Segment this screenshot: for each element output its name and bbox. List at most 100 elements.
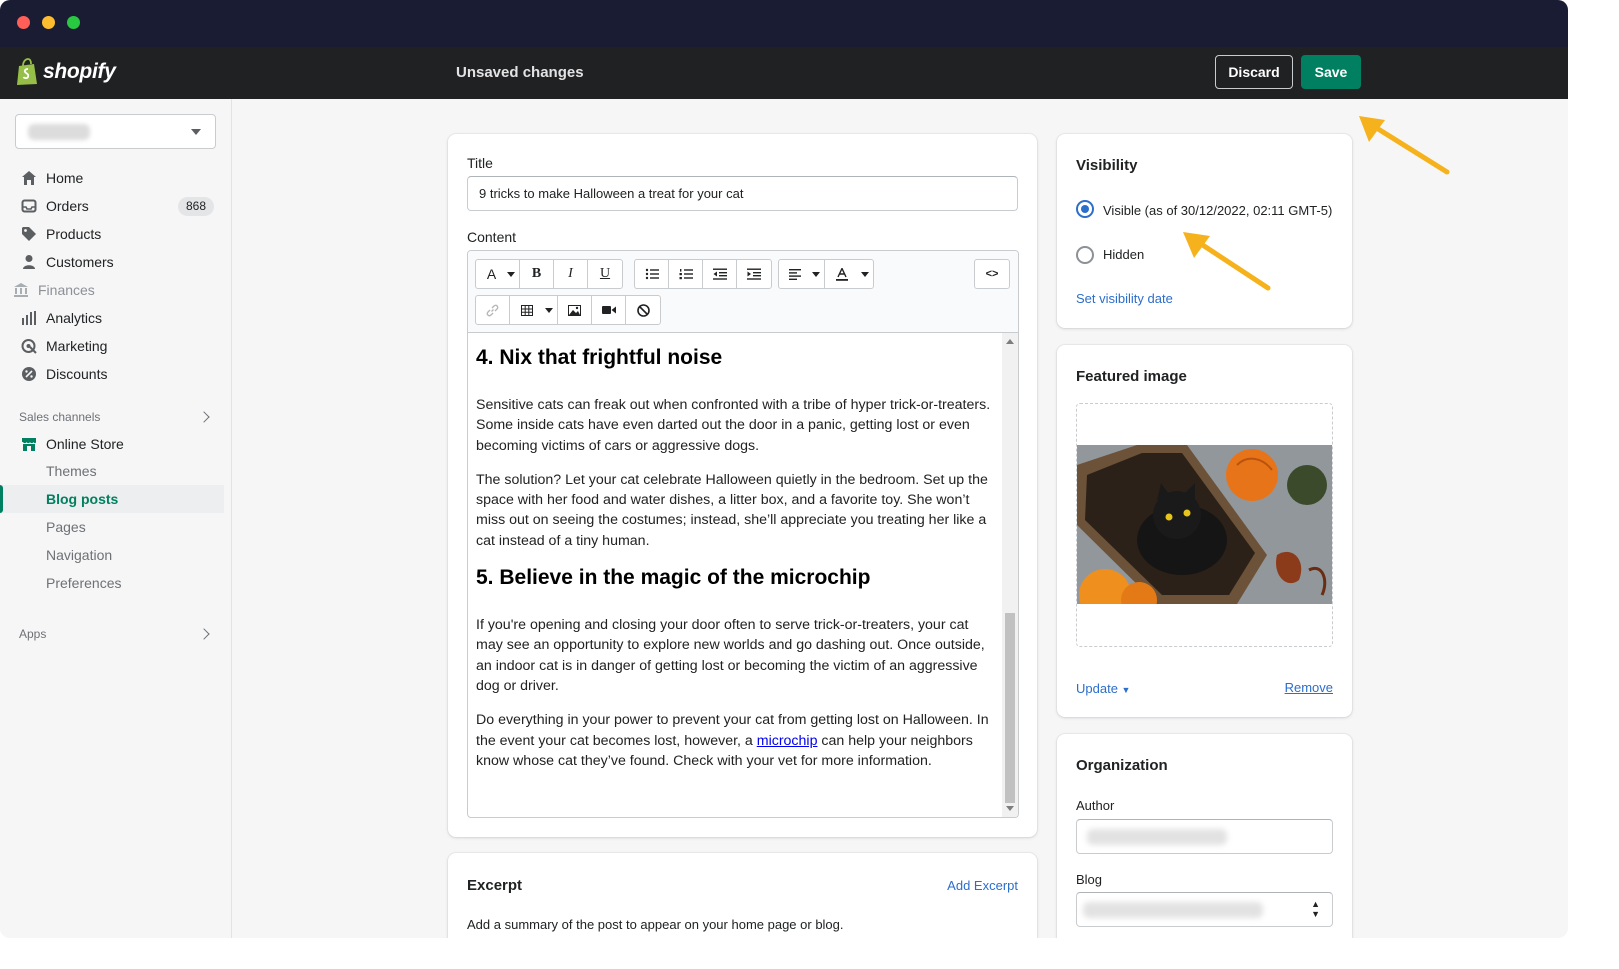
scrollbar-thumb[interactable] — [1005, 613, 1015, 803]
editor-content[interactable]: 4. Nix that frightful noise Sensitive ca… — [468, 333, 1001, 817]
discard-button[interactable]: Discard — [1215, 55, 1293, 89]
hidden-radio-label: Hidden — [1103, 247, 1145, 262]
sidebar-item-products[interactable]: Products — [0, 220, 224, 248]
post-card: Title 9 tricks to make Halloween a treat… — [448, 134, 1037, 837]
brand-name: shopify — [43, 60, 116, 83]
bullet-list-icon — [645, 268, 659, 280]
organization-heading: Organization — [1076, 757, 1168, 774]
sidebar-item-orders[interactable]: Orders 868 — [0, 192, 224, 220]
editor-scrollbar[interactable] — [1002, 333, 1018, 817]
orders-icon — [21, 199, 37, 213]
clear-formatting-button[interactable] — [626, 296, 660, 324]
update-image-label: Update — [1076, 681, 1118, 696]
table-dropdown[interactable] — [510, 296, 558, 324]
featured-image-card: Featured image Update ▼ Remove — [1057, 345, 1352, 717]
sidebar-subitem-label: Preferences — [46, 575, 122, 591]
content-heading-5: 5. Believe in the magic of the microchip — [476, 566, 871, 590]
indent-button[interactable] — [737, 260, 771, 288]
underline-button[interactable]: U — [588, 260, 622, 288]
unsaved-changes-title: Unsaved changes — [456, 64, 584, 81]
editor-toolbar: A B I U <> — [468, 251, 1018, 333]
align-dropdown[interactable] — [779, 260, 825, 288]
insert-image-button[interactable] — [558, 296, 592, 324]
link-icon — [486, 304, 499, 316]
content-heading-4: 4. Nix that frightful noise — [476, 346, 723, 369]
blog-label: Blog — [1076, 872, 1103, 887]
visible-radio[interactable] — [1076, 200, 1094, 218]
sidebar-item-customers[interactable]: Customers — [0, 248, 224, 276]
store-icon — [22, 438, 36, 451]
update-image-link[interactable]: Update ▼ — [1076, 681, 1130, 696]
bold-button[interactable]: B — [520, 260, 554, 288]
blog-value-redacted — [1083, 902, 1263, 918]
author-input[interactable] — [1076, 819, 1333, 854]
italic-button[interactable]: I — [554, 260, 588, 288]
sidebar-item-finances[interactable]: Finances — [0, 276, 216, 304]
app-window: shopify Unsaved changes Discard Save Hom… — [0, 0, 1568, 938]
outdent-button[interactable] — [703, 260, 737, 288]
microchip-link[interactable]: microchip — [757, 733, 818, 749]
sidebar-item-home[interactable]: Home — [0, 164, 224, 192]
sidebar-subitem-blog-posts[interactable]: Blog posts — [0, 485, 224, 513]
outdent-icon — [712, 268, 727, 280]
scroll-down-icon[interactable] — [1006, 806, 1014, 811]
save-button[interactable]: Save — [1301, 55, 1361, 89]
set-visibility-date-link[interactable]: Set visibility date — [1076, 291, 1173, 306]
excerpt-card: Excerpt Add Excerpt Add a summary of the… — [448, 853, 1037, 938]
shopify-logo[interactable]: shopify — [15, 58, 116, 86]
maximize-window-button[interactable] — [67, 16, 80, 29]
scroll-up-icon[interactable] — [1006, 339, 1014, 344]
close-window-button[interactable] — [17, 16, 30, 29]
sales-channels-heading: Sales channels — [19, 410, 101, 424]
hidden-radio[interactable] — [1076, 246, 1094, 264]
sidebar-subitem-label: Pages — [46, 519, 86, 535]
sidebar-subitem-preferences[interactable]: Preferences — [0, 569, 224, 597]
sidebar-item-label: Home — [46, 170, 84, 186]
title-input[interactable]: 9 tricks to make Halloween a treat for y… — [467, 176, 1018, 211]
text-color-dropdown[interactable] — [825, 260, 873, 288]
sidebar-subitem-label: Themes — [46, 463, 97, 479]
sidebar-subitem-pages[interactable]: Pages — [0, 513, 224, 541]
indent-icon — [747, 268, 761, 280]
remove-image-link[interactable]: Remove — [1285, 680, 1333, 695]
sidebar-item-analytics[interactable]: Analytics — [0, 304, 224, 332]
bar-chart-icon — [22, 311, 36, 325]
excerpt-heading: Excerpt — [467, 877, 523, 894]
video-icon — [601, 306, 616, 314]
store-selector[interactable] — [15, 114, 216, 149]
bullet-list-button[interactable] — [635, 260, 669, 288]
insert-video-button[interactable] — [592, 296, 626, 324]
html-toggle-group: <> — [974, 259, 1010, 289]
numbered-list-button[interactable] — [669, 260, 703, 288]
content-paragraph: If you're opening and closing your door … — [476, 617, 985, 694]
add-excerpt-link[interactable]: Add Excerpt — [947, 878, 1018, 893]
sidebar-item-online-store[interactable]: Online Store — [0, 430, 224, 458]
align-color-group — [778, 259, 874, 289]
sidebar-subitem-themes[interactable]: Themes — [0, 457, 224, 485]
sidebar-item-discounts[interactable]: Discounts — [0, 360, 224, 388]
html-toggle-button[interactable]: <> — [975, 260, 1009, 288]
featured-image-dropzone[interactable] — [1076, 403, 1333, 647]
font-style-dropdown[interactable]: A — [476, 260, 520, 288]
featured-image-heading: Featured image — [1076, 368, 1187, 385]
link-button[interactable] — [476, 296, 510, 324]
sidebar-subitem-navigation[interactable]: Navigation — [0, 541, 224, 569]
caret-down-icon: ▼ — [1121, 685, 1131, 695]
content-paragraph: Do everything in your power to prevent y… — [476, 710, 993, 771]
content-paragraph: Sensitive cats can freak out when confro… — [476, 397, 991, 454]
blog-select[interactable]: ▲ ▼ — [1076, 892, 1333, 927]
sidebar-item-label: Online Store — [46, 436, 124, 452]
top-bar: shopify Unsaved changes Discard Save — [0, 47, 1568, 99]
sidebar-item-label: Products — [46, 226, 102, 242]
excerpt-help-text: Add a summary of the post to appear on y… — [467, 917, 844, 932]
featured-image-photo — [1077, 445, 1332, 604]
chevron-right-icon[interactable] — [198, 411, 210, 423]
sidebar-item-marketing[interactable]: Marketing — [0, 332, 224, 360]
chevron-right-icon[interactable] — [198, 628, 210, 640]
visible-radio-label: Visible (as of 30/12/2022, 02:11 GMT-5) — [1103, 203, 1333, 218]
minimize-window-button[interactable] — [42, 16, 55, 29]
orders-count-badge: 868 — [178, 197, 215, 216]
list-indent-group — [634, 259, 772, 289]
sidebar-item-label: Analytics — [46, 310, 103, 326]
rich-text-editor[interactable]: A B I U <> 4. Nix that frightful noise S… — [467, 250, 1019, 818]
